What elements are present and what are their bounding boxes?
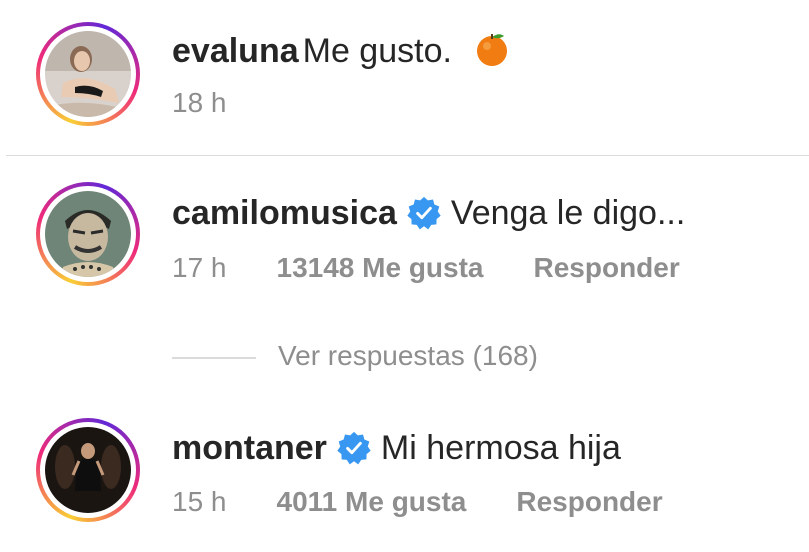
- replies-rule: [172, 356, 256, 359]
- avatar-evaluna[interactable]: [45, 31, 131, 117]
- comment-text: Me gusto.: [302, 32, 452, 70]
- view-replies-button[interactable]: Ver respuestas (168): [172, 336, 538, 376]
- likes-count[interactable]: 4011 Me gusta: [277, 486, 467, 517]
- comment-meta: 15 h 4011 Me gusta Responder: [172, 486, 663, 518]
- timestamp: 18 h: [172, 87, 227, 118]
- comment-montaner: montaner Mi hermosa hija 15 h 4011 Me gus…: [0, 395, 809, 552]
- avatar-photo-camilomusica: [45, 191, 131, 277]
- comment-camilomusica: camilomusica Venga le digo... 17 h 13148 …: [0, 160, 809, 330]
- comment-line: camilomusica Venga le digo...: [172, 193, 685, 233]
- comment-text: Venga le digo...: [450, 194, 686, 232]
- reply-button[interactable]: Responder: [516, 486, 662, 517]
- comment-meta: 18 h: [172, 87, 227, 119]
- avatar-photo-montaner: [45, 427, 131, 513]
- comment-evaluna: evaluna Me gusto. 18 h: [0, 0, 809, 155]
- timestamp: 17 h: [172, 252, 227, 283]
- story-ring[interactable]: [36, 182, 140, 286]
- username[interactable]: montaner: [172, 429, 327, 467]
- username[interactable]: camilomusica: [172, 194, 397, 232]
- tangerine-emoji-icon: [477, 34, 508, 66]
- likes-count[interactable]: 13148 Me gusta: [277, 252, 484, 283]
- reply-button[interactable]: Responder: [534, 252, 680, 283]
- username[interactable]: evaluna: [172, 32, 299, 70]
- story-ring[interactable]: [36, 418, 140, 522]
- avatar-montaner[interactable]: [45, 427, 131, 513]
- comment-meta: 17 h 13148 Me gusta Responder: [172, 252, 680, 284]
- divider: [6, 155, 809, 156]
- story-ring[interactable]: [36, 22, 140, 126]
- avatar-camilomusica[interactable]: [45, 191, 131, 277]
- comment-line: evaluna Me gusto.: [172, 30, 511, 71]
- verified-badge-icon: [407, 196, 441, 230]
- view-replies-label: Ver respuestas (168): [278, 340, 538, 371]
- verified-badge-icon: [337, 431, 371, 465]
- avatar-photo-evaluna: [45, 31, 131, 117]
- comment-text: Mi hermosa hija: [380, 429, 621, 467]
- timestamp: 15 h: [172, 486, 227, 517]
- comment-line: montaner Mi hermosa hija: [172, 428, 621, 468]
